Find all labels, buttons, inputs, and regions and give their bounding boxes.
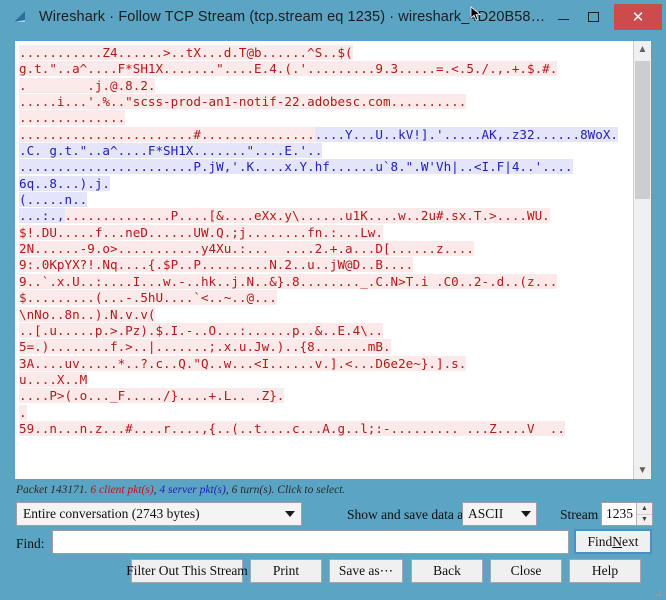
client-data-chunk: ...........Z4......>..tX...d.T@b......^S…: [19, 45, 353, 60]
stream-text-area[interactable]: ...........Z4......>..tX...d.T@b......^S…: [15, 41, 633, 479]
find-next-pre: Find: [587, 533, 613, 549]
format-select[interactable]: ASCII: [462, 502, 537, 526]
client-data-chunk: u....X..M: [19, 371, 88, 387]
status-server-packets: 4 server pkt(s): [159, 484, 226, 496]
client-data-chunk: 2N......-9.o>...........y4Xu.:... ....2.…: [19, 241, 474, 257]
help-button[interactable]: Help: [569, 559, 641, 583]
stream-line: \nNo..8n..).N.v.v(: [19, 306, 633, 323]
stream-line: ...........Z4......>..tX...d.T@b......^S…: [19, 45, 633, 61]
wireshark-fin-icon: [14, 10, 25, 22]
stream-line: .: [19, 404, 633, 421]
stream-number-stepper[interactable]: 1235 ▲ ▼: [601, 502, 653, 526]
scroll-up-arrow-icon[interactable]: ▲: [634, 41, 651, 58]
client-data-chunk: 5=.)........f.>..|.......;.x.u.Jw.)..{8.…: [19, 339, 391, 355]
conversation-select[interactable]: Entire conversation (2743 bytes): [16, 502, 302, 526]
server-data-chunk: 6q..8...).j.: [19, 175, 110, 191]
stream-line: 9..`.x.U..:....I...w.-..hk..j.N..&}.8...…: [19, 273, 633, 290]
find-next-accel: N: [612, 533, 622, 549]
status-client-packets: 6 client pkt(s): [90, 484, 154, 496]
chevron-down-icon: [521, 511, 531, 517]
window-title: Wireshark · Follow TCP Stream (tcp.strea…: [39, 8, 546, 25]
stream-line: $.........(...-.5hU....`<..~..@...: [19, 290, 633, 306]
server-data-chunk: .C. g.t."..a^....F*SH1X......."....E.'..: [19, 143, 323, 159]
server-data-chunk: .......................P.jW,'.K....x.Y.h…: [19, 159, 573, 175]
client-data-chunk: .......................#...............: [19, 126, 315, 142]
client-data-chunk: 59..n...n.z...#....r....,{..(..t....c...…: [19, 420, 565, 436]
follow-tcp-stream-window: Wireshark · Follow TCP Stream (tcp.strea…: [0, 0, 666, 600]
minimize-button[interactable]: [548, 6, 578, 28]
conversation-select-value: Entire conversation (2743 bytes): [23, 506, 200, 521]
chevron-down-icon: [285, 511, 295, 517]
stream-line: 5=.)........f.>..|.......;.x.u.Jw.)..{8.…: [19, 339, 633, 355]
stepper-buttons: ▲ ▼: [636, 503, 652, 525]
close-window-button[interactable]: ✕: [614, 3, 662, 30]
close-button[interactable]: Close: [490, 559, 562, 583]
stream-line: . .j.@.8.2.: [19, 77, 633, 94]
save-as-button[interactable]: Save as⋯: [329, 559, 403, 583]
stream-line: ...:.,..............P....[&....eXx.y\...…: [19, 208, 633, 224]
title-bar: Wireshark · Follow TCP Stream (tcp.strea…: [0, 0, 666, 33]
status-prefix: Packet 143171.: [16, 484, 91, 496]
status-suffix: , 6 turn(s). Click to select.: [225, 484, 346, 496]
client-data-chunk: 9:.0KpYX?!.Nq....{.$P..P.........N.2..u.…: [19, 257, 414, 273]
stream-line: 59..n...n.z...#....r....,{..(..t....c...…: [19, 420, 633, 437]
format-select-value: ASCII: [468, 506, 504, 521]
packet-status-line[interactable]: Packet 143171. 6 client pkt(s), 4 server…: [16, 484, 345, 496]
stream-line: ....P>(.o..._F...../}....+.L.. .Z}.: [19, 388, 633, 404]
stream-line: 2N......-9.o>...........y4Xu.:... ....2.…: [19, 241, 633, 257]
stream-line: (.....n..: [19, 192, 633, 208]
stream-line: ..[.u.....p.>.Pz).$.I.-..O...:......p..&…: [19, 322, 633, 339]
find-input[interactable]: [52, 530, 569, 554]
stream-decrement-button[interactable]: ▼: [637, 513, 652, 526]
vertical-scrollbar[interactable]: ▲ ▼: [633, 41, 651, 479]
stream-line: u....X..M: [19, 371, 633, 388]
server-data-chunk: ...:.,: [19, 208, 65, 224]
stream-line: .....i...'.%.."scss-prod-an1-notif-22.ad…: [19, 94, 633, 110]
resize-grip-icon[interactable]: [652, 587, 662, 597]
stream-increment-button[interactable]: ▲: [637, 503, 652, 514]
stream-line: ..............: [19, 110, 633, 126]
stream-line: g.t."..a^....F*SH1X......."....E.4.(.'..…: [19, 61, 633, 77]
stream-line: $!.DU.....f...neD......UW.Q.;j........fn…: [19, 224, 633, 241]
scroll-down-arrow-icon[interactable]: ▼: [634, 462, 651, 479]
show-save-label: Show and save data as: [347, 507, 469, 522]
client-data-chunk: g.t."..a^....F*SH1X......."....E.4.(.'..…: [19, 61, 558, 77]
client-data-chunk: $.........(...-.5hU....`<..~..@...: [19, 290, 277, 306]
client-data-chunk: \nNo..8n..).N.v.v(: [19, 306, 156, 322]
client-data-chunk: ..[.u.....p.>.Pz).$.I.-..O...:......p..&…: [19, 322, 383, 338]
server-data-chunk: (.....n..: [19, 192, 88, 208]
stream-number-value: 1235: [606, 506, 633, 521]
client-data-chunk: 9..`.x.U..:....I...w.-..hk..j.N..&}.8...…: [19, 273, 558, 289]
print-button[interactable]: Print: [250, 559, 322, 583]
scrollbar-thumb[interactable]: [635, 61, 650, 199]
stream-line: 6q..8...).j.: [19, 175, 633, 192]
client-data-chunk: $!.DU.....f...neD......UW.Q.;j........fn…: [19, 224, 383, 240]
stream-line: .C. g.t."..a^....F*SH1X......."....E.'..: [19, 143, 633, 159]
client-data-chunk: ..............P....[&....eXx.y\......u1K…: [64, 208, 550, 224]
stream-line: 9:.0KpYX?!.Nq....{.$P..P.........N.2..u.…: [19, 257, 633, 273]
stream-content-frame: ...........Z4......>..tX...d.T@b......^S…: [14, 40, 652, 480]
client-data-chunk: ..............: [19, 110, 126, 126]
client-data-chunk: 3A....uv.....*..?.c..Q."Q..w...<I......v…: [19, 355, 467, 371]
stream-line: 3A....uv.....*..?.c..Q."Q..w...<I......v…: [19, 355, 633, 372]
stream-label: Stream: [560, 507, 599, 522]
client-data-chunk: .....i...'.%.."scss-prod-an1-notif-22.ad…: [19, 94, 467, 110]
back-button[interactable]: Back: [411, 559, 483, 583]
client-data-chunk: .: [19, 404, 27, 420]
maximize-button[interactable]: [578, 6, 608, 28]
client-data-chunk: . .j.@.8.2.: [19, 77, 156, 93]
stream-line: .......................P.jW,'.K....x.Y.h…: [19, 159, 633, 175]
server-data-chunk: ....Y...U..kV!].'.....AK,.z32......8WoX.: [314, 126, 618, 142]
find-next-post: ext: [622, 533, 639, 549]
find-next-button[interactable]: Find Next: [574, 529, 652, 554]
client-data-chunk: ....P>(.o..._F...../}....+.L.. .Z}.: [19, 388, 285, 404]
stream-line: .......................#................…: [19, 126, 633, 143]
filter-out-this-stream-button[interactable]: Filter Out This Stream: [126, 559, 248, 583]
find-label: Find:: [16, 536, 45, 551]
